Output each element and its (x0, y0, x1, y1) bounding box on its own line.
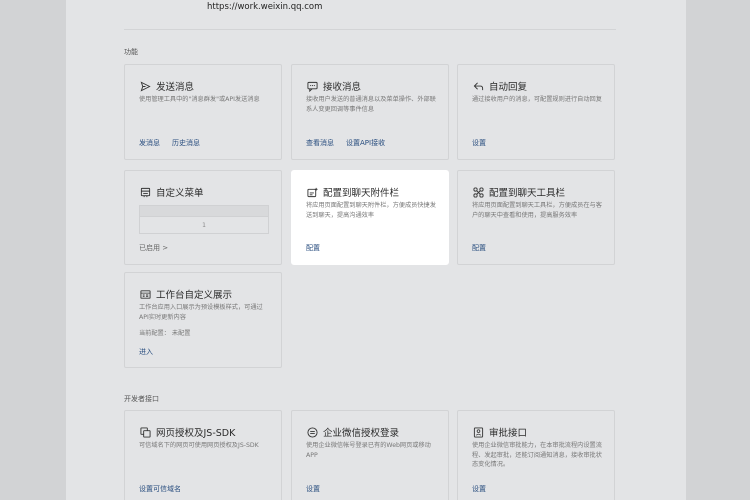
card-receive-message[interactable]: 接收消息 接收用户发送的普通消息以及菜单操作、外部联系人变更回调等事件信息 查看… (291, 64, 449, 160)
card-desc: 将应用页面配置到聊天工具栏，方便成员在与客户的聊天中查看和使用，提高服务效率 (472, 202, 602, 219)
section-developer-label: 开发者接口 (124, 395, 159, 403)
card-web-auth[interactable]: 网页授权及JS-SDK 可信域名下的网页可使用网页授权及JS-SDK 设置可信域… (124, 410, 282, 500)
card-title: 自动回复 (489, 82, 528, 93)
enter-workbench-link[interactable]: 进入 (139, 347, 153, 357)
auto-reply-settings-link[interactable]: 设置 (472, 138, 486, 148)
view-messages-link[interactable]: 查看消息 (306, 138, 334, 148)
wecom-auth-settings-link[interactable]: 设置 (306, 484, 320, 494)
card-auto-reply[interactable]: 自动回复 通过接收用户的消息，可配置规则进行自动回复 设置 (457, 64, 615, 160)
card-desc: 接收用户发送的普通消息以及菜单操作、外部联系人变更回调等事件信息 (306, 96, 436, 113)
menu-icon (139, 186, 151, 198)
card-send-message[interactable]: 发送消息 使用管理工具中的"消息群发"或API发送消息 发消息 历史消息 (124, 64, 282, 160)
card-title: 配置到聊天附件栏 (323, 188, 400, 199)
set-trusted-domain-link[interactable]: 设置可信域名 (139, 484, 181, 494)
section-features-label: 功能 (124, 48, 138, 56)
configure-toolbar-link[interactable]: 配置 (472, 243, 486, 253)
card-workbench[interactable]: 工作台自定义展示 工作台应用入口展示为预设模板样式，可通过API实时更新内容 当… (124, 272, 282, 368)
chat-bubble-icon (306, 80, 318, 92)
approval-settings-link[interactable]: 设置 (472, 484, 486, 494)
card-title: 企业微信授权登录 (323, 428, 400, 439)
card-title: 配置到聊天工具栏 (489, 188, 566, 199)
login-icon (306, 426, 318, 438)
card-desc: 通过接收用户的消息，可配置规则进行自动回复 (472, 96, 602, 103)
send-message-link[interactable]: 发消息 (139, 138, 160, 148)
workbench-icon (139, 288, 151, 300)
app-url[interactable]: https://work.weixin.qq.com (207, 2, 322, 12)
card-desc: 使用企业微信审批能力，在本审批流程内设置流程、发起审批，还能订阅通知消息，接收审… (472, 442, 602, 468)
card-title: 接收消息 (323, 82, 362, 93)
card-title: 发送消息 (156, 82, 195, 93)
workbench-status: 当前配置： 未配置 (139, 330, 191, 337)
attachment-bar-icon (306, 186, 318, 198)
card-title: 审批接口 (489, 428, 528, 439)
card-title: 自定义菜单 (156, 188, 204, 199)
card-title: 工作台自定义展示 (156, 290, 233, 301)
menu-preview-number: 1 (202, 222, 206, 229)
card-title: 网页授权及JS-SDK (156, 428, 236, 439)
card-desc: 使用企业微信帐号登录已有的Web网页或移动APP (306, 442, 431, 459)
toolbar-icon (472, 186, 484, 198)
card-desc: 使用管理工具中的"消息群发"或API发送消息 (139, 96, 260, 103)
card-chat-attachment[interactable]: 配置到聊天附件栏 将应用页面配置到聊天附件栏，方便成员快捷发送到聊天，提高沟通效… (291, 170, 449, 265)
card-desc: 将应用页面配置到聊天附件栏，方便成员快捷发送到聊天，提高沟通效率 (306, 202, 436, 219)
approval-icon (472, 426, 484, 438)
web-pages-icon (139, 426, 151, 438)
card-chat-toolbar[interactable]: 配置到聊天工具栏 将应用页面配置到聊天工具栏，方便成员在与客户的聊天中查看和使用… (457, 170, 615, 265)
menu-enabled-link[interactable]: 已启用 > (139, 243, 168, 253)
card-desc: 工作台应用入口展示为预设模板样式，可通过API实时更新内容 (139, 304, 263, 321)
divider (124, 29, 616, 30)
set-api-receive-link[interactable]: 设置API接收 (346, 138, 385, 148)
card-wecom-auth[interactable]: 企业微信授权登录 使用企业微信帐号登录已有的Web网页或移动APP 设置 (291, 410, 449, 500)
reply-icon (472, 80, 484, 92)
menu-preview: 1 (139, 205, 269, 234)
configure-attachment-link[interactable]: 配置 (306, 243, 320, 253)
message-history-link[interactable]: 历史消息 (172, 138, 200, 148)
card-custom-menu[interactable]: 自定义菜单 1 已启用 > (124, 170, 282, 265)
card-approval[interactable]: 审批接口 使用企业微信审批能力，在本审批流程内设置流程、发起审批，还能订阅通知消… (457, 410, 615, 500)
send-icon (139, 80, 151, 92)
card-desc: 可信域名下的网页可使用网页授权及JS-SDK (139, 442, 259, 449)
